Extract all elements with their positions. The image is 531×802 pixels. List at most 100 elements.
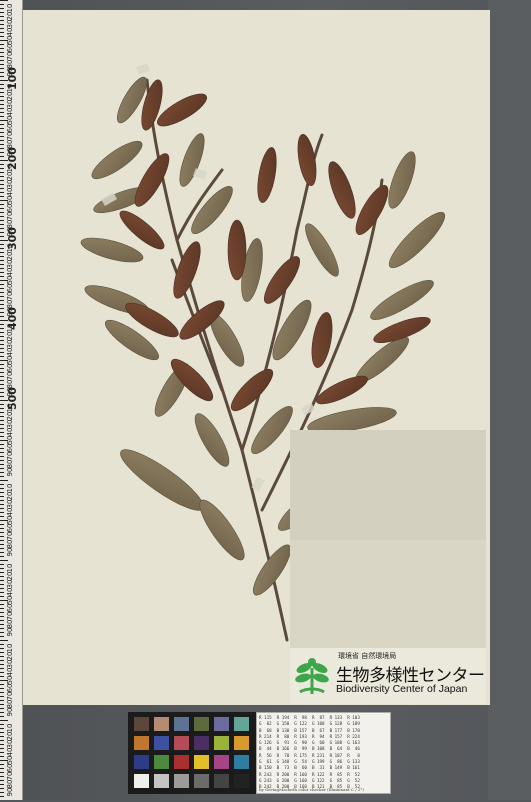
ruler-tick (0, 216, 4, 217)
ruler-tick (0, 488, 4, 489)
color-value-table: R 115 R 194 R 98 R 87 R 133 R 103 G 82 G … (259, 715, 388, 791)
color-swatch (214, 717, 229, 731)
ruler-tick (0, 356, 4, 357)
ruler-tick (0, 704, 4, 705)
color-swatch (174, 774, 189, 788)
label-area-shade (290, 430, 486, 540)
ruler-tick (0, 460, 4, 461)
ruler-tick (0, 56, 4, 57)
ruler-tick (0, 436, 4, 437)
ruler-tick (0, 4, 4, 5)
ruler-tick (0, 540, 4, 541)
ruler-tick (0, 472, 4, 473)
ruler-tick (0, 72, 4, 73)
ruler-tick (0, 316, 4, 317)
color-swatch (174, 736, 189, 750)
ruler-tick (0, 276, 4, 277)
ruler-tick (0, 368, 4, 369)
ruler-tick (0, 476, 4, 477)
ruler-tick (0, 212, 4, 213)
ruler-tick (0, 492, 4, 493)
ruler-tick (0, 700, 4, 701)
ruler-tick (0, 372, 4, 373)
ruler-tick (0, 48, 4, 49)
ruler-tick (0, 236, 4, 237)
ruler-tick (0, 424, 4, 425)
ruler-tick (0, 588, 4, 589)
ruler-tick (0, 444, 4, 445)
ruler-tick (0, 388, 4, 389)
ruler-tick (0, 572, 4, 573)
ruler-tick (0, 448, 4, 449)
ruler-tick (0, 416, 4, 417)
ruler-tick (0, 744, 4, 745)
ruler-tick (0, 100, 4, 101)
color-swatch (174, 717, 189, 731)
ruler-tick (0, 764, 4, 765)
ruler-tick (0, 176, 4, 177)
ruler-tick (0, 300, 4, 301)
ruler-tick (0, 564, 4, 565)
ruler-tick (0, 788, 4, 789)
ruler-tick (0, 536, 4, 537)
color-value-card: R 115 R 194 R 98 R 87 R 133 R 103 G 82 G … (256, 712, 391, 794)
ruler-tick (0, 284, 4, 285)
ruler-tick (0, 132, 4, 133)
ruler-tick (0, 24, 4, 25)
color-swatch (214, 755, 229, 769)
ruler-tick (0, 304, 4, 305)
ruler-tick (0, 628, 4, 629)
ruler-tick (0, 144, 4, 145)
ruler-tick (0, 256, 4, 257)
ruler-tick (0, 604, 4, 605)
ruler-tick (0, 204, 4, 205)
ruler-tick (0, 156, 4, 157)
ruler-tick (0, 516, 4, 517)
color-swatch (194, 774, 209, 788)
ruler-tick (0, 452, 4, 453)
ruler-tick (0, 580, 4, 581)
ruler-tick (0, 384, 4, 385)
ruler-tick (0, 52, 4, 53)
ruler-tick (0, 84, 4, 85)
ruler-tick (0, 780, 4, 781)
ruler-tick (0, 184, 4, 185)
color-checker-chart (128, 712, 256, 794)
color-swatch (174, 755, 189, 769)
ruler-tick (0, 748, 4, 749)
ruler-tick (0, 228, 4, 229)
ruler-tick (0, 528, 4, 529)
ruler-tick (0, 556, 4, 557)
ruler-tick (0, 456, 4, 457)
ruler-tick (0, 28, 4, 29)
ruler-tick (0, 188, 4, 189)
ruler-tick (0, 644, 4, 645)
color-swatch (154, 736, 169, 750)
ruler-tick (0, 676, 4, 677)
color-swatch (234, 774, 249, 788)
ruler-tick (0, 784, 4, 785)
ruler-tick (0, 288, 4, 289)
color-card-footer: by GretagMacbeth color checker (Illumina… (259, 787, 364, 792)
ruler-tick (0, 592, 4, 593)
ruler-tick (0, 392, 4, 393)
ruler-tick (0, 568, 4, 569)
ruler-tick (0, 136, 4, 137)
ruler-tick (0, 712, 4, 713)
ruler-tick (0, 672, 4, 673)
ruler-tick (0, 500, 4, 501)
color-swatch (134, 774, 149, 788)
ruler-tick (0, 740, 4, 741)
ruler-tick (0, 716, 4, 717)
ruler-tick (0, 20, 4, 21)
color-swatch (154, 774, 169, 788)
color-swatch (234, 717, 249, 731)
ruler-tick (0, 32, 4, 33)
ruler-tick (0, 164, 4, 165)
ruler-tick (0, 552, 4, 553)
ruler-tick (0, 268, 4, 269)
ruler-tick (0, 616, 4, 617)
ruler-tick (0, 104, 4, 105)
ruler-tick (0, 68, 4, 69)
measurement-ruler: 10 20 30 40 50 60 70 80 90 100 10 20 30 40 50 60 70 80 90 2… (0, 0, 23, 800)
